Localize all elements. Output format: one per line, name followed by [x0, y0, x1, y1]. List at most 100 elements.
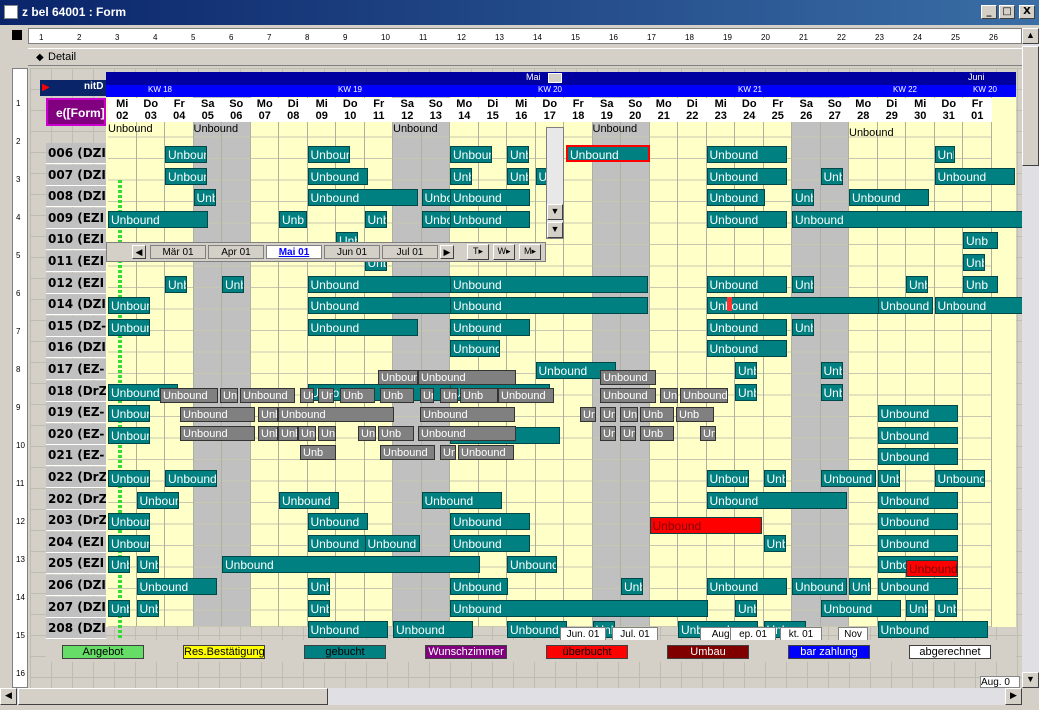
design-control[interactable]: Unbound [240, 388, 295, 403]
design-control[interactable]: Unbound [380, 445, 435, 460]
booking-bar[interactable]: Unb [934, 146, 955, 163]
booking-bar[interactable]: Unb [279, 210, 307, 228]
design-control[interactable]: Unbound [180, 407, 255, 422]
booking-bar[interactable]: Unbound [364, 534, 420, 552]
booking-bar[interactable]: Unbound [108, 210, 208, 228]
booking-bar[interactable]: Unb [307, 578, 330, 595]
room-label[interactable]: 011 (EZI [46, 251, 106, 272]
room-label[interactable]: 202 (DrZ [46, 488, 106, 510]
booking-bar[interactable]: Unb [792, 318, 814, 336]
booking-bar[interactable]: Unb [792, 189, 814, 207]
booking-bar[interactable]: Unbound [450, 297, 648, 315]
design-control[interactable]: Unb [440, 445, 456, 460]
booking-bar[interactable]: Unbound [450, 210, 530, 228]
booking-bar[interactable]: Unbound [792, 210, 1039, 228]
scroll-left-icon[interactable]: ◀ [0, 688, 17, 705]
month-tab-0[interactable]: Mär 01 [150, 245, 206, 259]
bottom-month-tab[interactable]: Nov [838, 627, 868, 641]
booking-bar[interactable]: Unbound [307, 621, 388, 639]
room-label[interactable]: 017 (EZ- [46, 359, 106, 380]
design-control[interactable]: Unb [420, 388, 434, 403]
horizontal-scrollbar[interactable]: ◀ ▶ [0, 688, 1022, 705]
booking-bar[interactable]: Unbound [108, 318, 150, 336]
booking-bar[interactable]: Unbound [507, 621, 567, 639]
month-tab-4[interactable]: Jul 01 [382, 245, 438, 259]
design-control[interactable]: Unb [676, 407, 714, 422]
booking-bar[interactable]: Unbound [706, 210, 787, 228]
room-label[interactable]: 208 (DZI [46, 618, 106, 640]
booking-bar[interactable]: Unbound [706, 491, 847, 509]
booking-bar[interactable]: Unb [735, 362, 757, 379]
booking-bar[interactable]: Unbound [279, 491, 339, 509]
init-field[interactable]: ▶ nitD [40, 80, 106, 96]
booking-bar[interactable]: Unbound [507, 556, 557, 574]
nav-next-icon[interactable]: ▶ [440, 245, 454, 259]
unbound-field[interactable]: Unbound [849, 127, 894, 139]
room-label[interactable]: 006 (DZI [46, 143, 106, 164]
design-control[interactable]: Unbound [600, 388, 656, 403]
booking-bar[interactable]: Unbound [877, 448, 958, 466]
detail-section-bar[interactable]: ◆ Detail [28, 48, 1022, 66]
booking-bar[interactable]: Unbound [165, 470, 217, 487]
booking-bar[interactable]: Unbound [450, 275, 648, 293]
booking-bar[interactable]: Unbound [307, 534, 368, 552]
form-field[interactable]: e([Form] [46, 98, 106, 126]
unbound-field[interactable]: Unbound [194, 123, 239, 135]
design-control[interactable]: Unb [258, 426, 278, 441]
booking-bar[interactable]: Unb [963, 232, 998, 250]
room-label[interactable]: 007 (DZI [46, 164, 106, 186]
booking-bar[interactable]: Unb [820, 383, 843, 401]
design-control[interactable]: Unb [298, 426, 316, 441]
scroll-down-icon[interactable]: ▼ [1022, 672, 1039, 688]
room-label[interactable]: 014 (DZI [46, 294, 106, 316]
design-control[interactable]: Unb [318, 388, 334, 403]
room-label[interactable]: 203 (DrZ [46, 510, 106, 532]
scroll-bottom-icon[interactable]: ▼ [547, 222, 563, 238]
design-control[interactable]: Unbound [180, 426, 255, 441]
booking-bar[interactable]: Unbound [706, 275, 787, 293]
booking-bar[interactable]: Unbound [393, 621, 473, 639]
booking-bar[interactable]: Unb [165, 275, 187, 293]
aug-tab[interactable]: Aug. 0 [980, 676, 1020, 688]
booking-bar[interactable]: Unbound [136, 578, 217, 595]
booking-bar[interactable]: Unbound [792, 578, 847, 595]
booking-bar[interactable]: Unbound [307, 513, 368, 531]
booking-bar[interactable]: Unb [621, 578, 643, 595]
bottom-month-tab[interactable]: Jun. 01 [560, 627, 606, 641]
booking-bar[interactable]: Unb [763, 534, 786, 552]
booking-bar[interactable]: Unbound [877, 513, 958, 531]
design-control[interactable]: Unb [620, 407, 638, 422]
design-control[interactable]: Unb [278, 426, 298, 441]
booking-bar[interactable]: Unb [507, 167, 529, 185]
booking-bar[interactable]: Unbound [450, 599, 708, 617]
booking-bar[interactable]: Unb [906, 599, 928, 617]
design-control[interactable]: Unb [640, 407, 674, 422]
month-tab-1[interactable]: Apr 01 [208, 245, 264, 259]
booking-bar[interactable]: Unbound [108, 405, 150, 423]
design-control[interactable]: Unb [220, 388, 238, 403]
booking-bar[interactable]: Unbound [877, 534, 958, 552]
booking-bar[interactable]: Unbound [820, 470, 876, 487]
room-label[interactable]: 205 (EZI [46, 553, 106, 575]
booking-bar[interactable]: Unbound [307, 318, 418, 336]
room-label[interactable]: 207 (DZI [46, 596, 106, 618]
booking-bar[interactable]: Unbound [706, 146, 787, 163]
booking-bar[interactable]: Unb [364, 210, 387, 228]
booking-bar[interactable]: Unbound [706, 297, 905, 315]
hscroll-thumb[interactable] [18, 688, 328, 705]
booking-bar[interactable]: Unb [193, 189, 216, 207]
room-label[interactable]: 206 (DZI [46, 575, 106, 596]
booking-bar[interactable]: Unbound [108, 513, 150, 531]
booking-bar[interactable]: Unbound [421, 491, 502, 509]
design-control[interactable]: Unbound [160, 388, 218, 403]
booking-bar[interactable]: Unbound [706, 340, 787, 358]
title-bar[interactable]: z bel 64001 : Form _ □ X [0, 0, 1039, 25]
design-control[interactable]: Unb [340, 388, 375, 403]
room-label[interactable]: 008 (DZI [46, 186, 106, 208]
booking-bar[interactable]: Unb [108, 599, 130, 617]
booking-bar[interactable]: Unbound [877, 578, 958, 595]
booking-bar[interactable]: Unb [222, 275, 244, 293]
booking-bar[interactable]: Unbound [706, 318, 787, 336]
room-label[interactable]: 020 (EZ- [46, 423, 106, 445]
design-control[interactable]: Unbound [278, 407, 394, 422]
